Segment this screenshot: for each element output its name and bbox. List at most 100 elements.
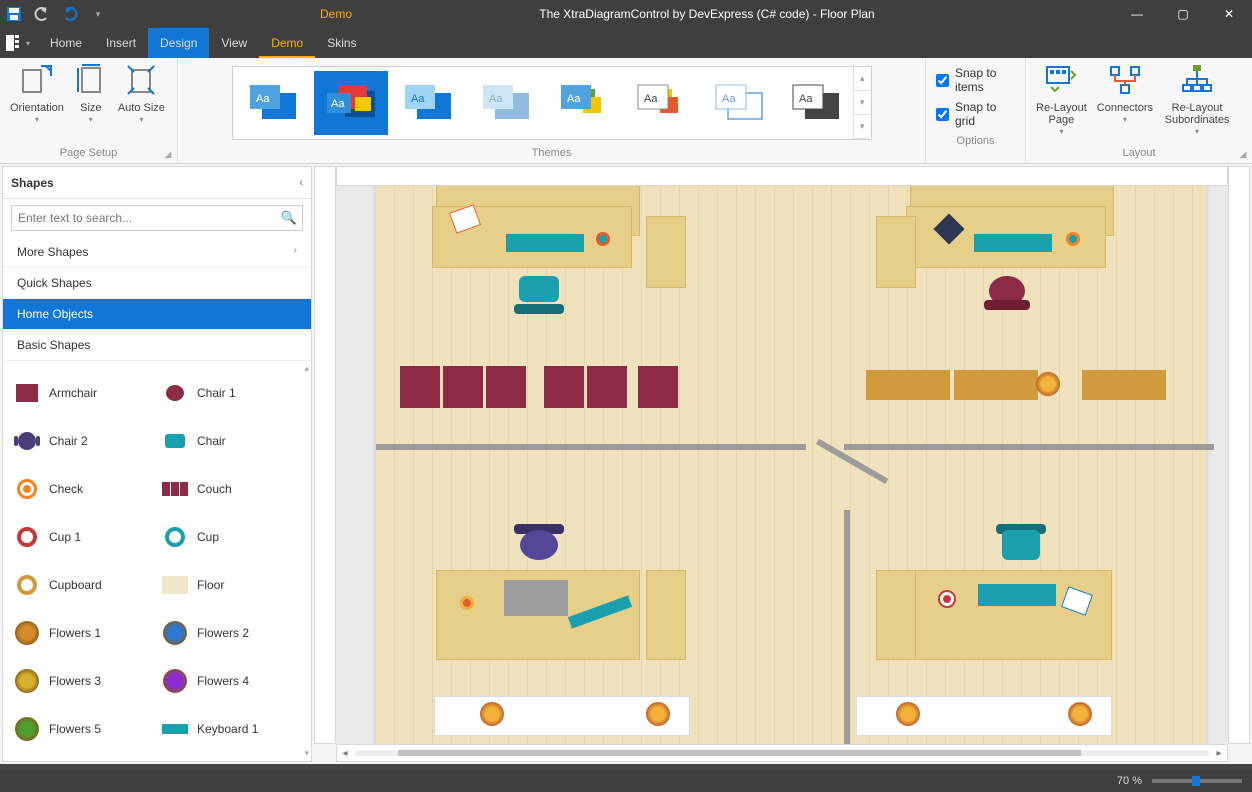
keyboard-shape[interactable]	[506, 234, 584, 252]
save-icon[interactable]	[1, 1, 27, 27]
size-button[interactable]: Size▾	[70, 62, 112, 144]
tab-insert[interactable]: Insert	[94, 28, 148, 58]
chair-shape[interactable]	[514, 276, 564, 316]
diagram-canvas[interactable]	[336, 186, 1228, 744]
shape-item[interactable]: Cupboard	[9, 561, 157, 609]
group-title-layout: Layout	[1026, 146, 1252, 163]
tab-skins[interactable]: Skins	[315, 28, 368, 58]
orientation-button[interactable]: Orientation▾	[6, 62, 68, 144]
shape-item[interactable]: Floor	[157, 561, 305, 609]
shape-item[interactable]: Flowers 4	[157, 657, 305, 705]
shape-item[interactable]: Keyboard 1	[157, 705, 305, 753]
shape-item[interactable]: Chair	[157, 417, 305, 465]
snap-to-grid-checkbox[interactable]: Snap to grid	[936, 100, 1015, 128]
shape-item[interactable]: Armchair	[9, 369, 157, 417]
theme-item[interactable]: Aa	[237, 71, 311, 135]
relayout-subordinates-button[interactable]: Re-Layout Subordinates▾	[1159, 62, 1235, 144]
theme-item[interactable]: Aa	[392, 71, 466, 135]
shape-item[interactable]: Flowers 3	[9, 657, 157, 705]
svg-text:Aa: Aa	[489, 93, 503, 105]
shape-label: Check	[49, 482, 83, 496]
shape-icon	[13, 715, 41, 743]
flowers-shape[interactable]	[1036, 372, 1060, 396]
category-more-shapes[interactable]: More Shapes›	[3, 237, 311, 268]
shape-item[interactable]: Flowers 1	[9, 609, 157, 657]
tab-demo[interactable]: Demo	[259, 28, 315, 58]
gallery-scroll[interactable]: ▴▾▾	[853, 67, 870, 139]
svg-text:Aa: Aa	[567, 93, 581, 105]
svg-text:Aa: Aa	[799, 93, 813, 105]
shapes-search[interactable]: 🔍	[11, 205, 303, 231]
scroll-right-icon[interactable]: ▸	[1211, 748, 1227, 759]
window-controls: — ▢ ✕	[1114, 0, 1252, 28]
shape-item[interactable]: Chair 2	[9, 417, 157, 465]
svg-text:Aa: Aa	[644, 93, 658, 105]
theme-item[interactable]: Aa	[779, 71, 853, 135]
layout-dialog-launcher[interactable]: ◢	[1236, 147, 1250, 161]
theme-item[interactable]: Aa	[547, 71, 621, 135]
group-title-themes: Themes	[178, 146, 925, 163]
themes-gallery[interactable]: Aa Aa Aa Aa Aa Aa Aa Aa ▴▾▾	[232, 66, 872, 140]
chair1-shape[interactable]	[984, 276, 1030, 318]
theme-item-selected[interactable]: Aa	[314, 71, 388, 135]
size-icon	[75, 64, 107, 96]
shape-icon	[161, 475, 189, 503]
snap-to-items-checkbox[interactable]: Snap to items	[936, 66, 1015, 94]
shape-item[interactable]: Couch	[157, 465, 305, 513]
shape-icon	[13, 379, 41, 407]
couch-shape[interactable]	[400, 366, 529, 408]
auto-size-button[interactable]: Auto Size▾	[114, 62, 169, 144]
shape-icon	[161, 715, 189, 743]
horizontal-scrollbar[interactable]: ◂ ▸	[336, 744, 1228, 762]
list-scroll-down-icon[interactable]: ▾	[304, 748, 309, 759]
collapse-panel-icon[interactable]: ‹	[299, 177, 303, 189]
svg-text:Aa: Aa	[256, 93, 270, 105]
shape-label: Flowers 4	[197, 674, 249, 688]
shape-icon	[161, 667, 189, 695]
shape-item[interactable]: Flowers 2	[157, 609, 305, 657]
shape-label: Cupboard	[49, 578, 102, 592]
search-input[interactable]	[11, 205, 303, 231]
shape-label: Chair 2	[49, 434, 88, 448]
theme-item[interactable]: Aa	[624, 71, 698, 135]
shape-label: Chair 1	[197, 386, 236, 400]
shape-label: Couch	[197, 482, 232, 496]
theme-item[interactable]: Aa	[702, 71, 776, 135]
cupboard-shape[interactable]	[866, 370, 950, 400]
shape-item[interactable]: Flowers 5	[9, 705, 157, 753]
tab-view[interactable]: View	[209, 28, 259, 58]
close-button[interactable]: ✕	[1206, 0, 1252, 28]
category-quick-shapes[interactable]: Quick Shapes	[3, 268, 311, 299]
qat-dropdown-icon[interactable]: ▾	[85, 1, 111, 27]
zoom-slider[interactable]	[1152, 779, 1242, 783]
undo-icon[interactable]	[29, 1, 55, 27]
shape-icon	[13, 571, 41, 599]
redo-icon[interactable]	[57, 1, 83, 27]
page-setup-dialog-launcher[interactable]: ◢	[161, 147, 175, 161]
shape-item[interactable]: Check	[9, 465, 157, 513]
chair2-shape[interactable]	[514, 524, 564, 566]
connectors-icon	[1109, 64, 1141, 96]
category-home-objects[interactable]: Home Objects	[3, 299, 311, 330]
maximize-button[interactable]: ▢	[1160, 0, 1206, 28]
ruler-right	[1228, 166, 1250, 744]
connectors-button[interactable]: Connectors▾	[1093, 62, 1157, 144]
cup-shape[interactable]	[596, 232, 610, 246]
shape-label: Flowers 1	[49, 626, 101, 640]
shape-icon	[161, 379, 189, 407]
minimize-button[interactable]: —	[1114, 0, 1160, 28]
list-scroll-up-icon[interactable]: ▴	[304, 363, 309, 374]
scroll-left-icon[interactable]: ◂	[337, 748, 353, 759]
relayout-page-button[interactable]: Re-Layout Page▾	[1032, 62, 1091, 144]
shape-label: Cup 1	[49, 530, 81, 544]
shape-item[interactable]: Cup	[157, 513, 305, 561]
tab-home[interactable]: Home	[38, 28, 94, 58]
auto-size-icon	[125, 64, 157, 96]
tab-design[interactable]: Design	[148, 28, 209, 58]
category-basic-shapes[interactable]: Basic Shapes	[3, 330, 311, 361]
shape-item[interactable]: Chair 1	[157, 369, 305, 417]
app-menu-button[interactable]: ▾	[6, 32, 30, 54]
relayout-page-icon	[1045, 64, 1077, 96]
theme-item[interactable]: Aa	[469, 71, 543, 135]
shape-item[interactable]: Cup 1	[9, 513, 157, 561]
